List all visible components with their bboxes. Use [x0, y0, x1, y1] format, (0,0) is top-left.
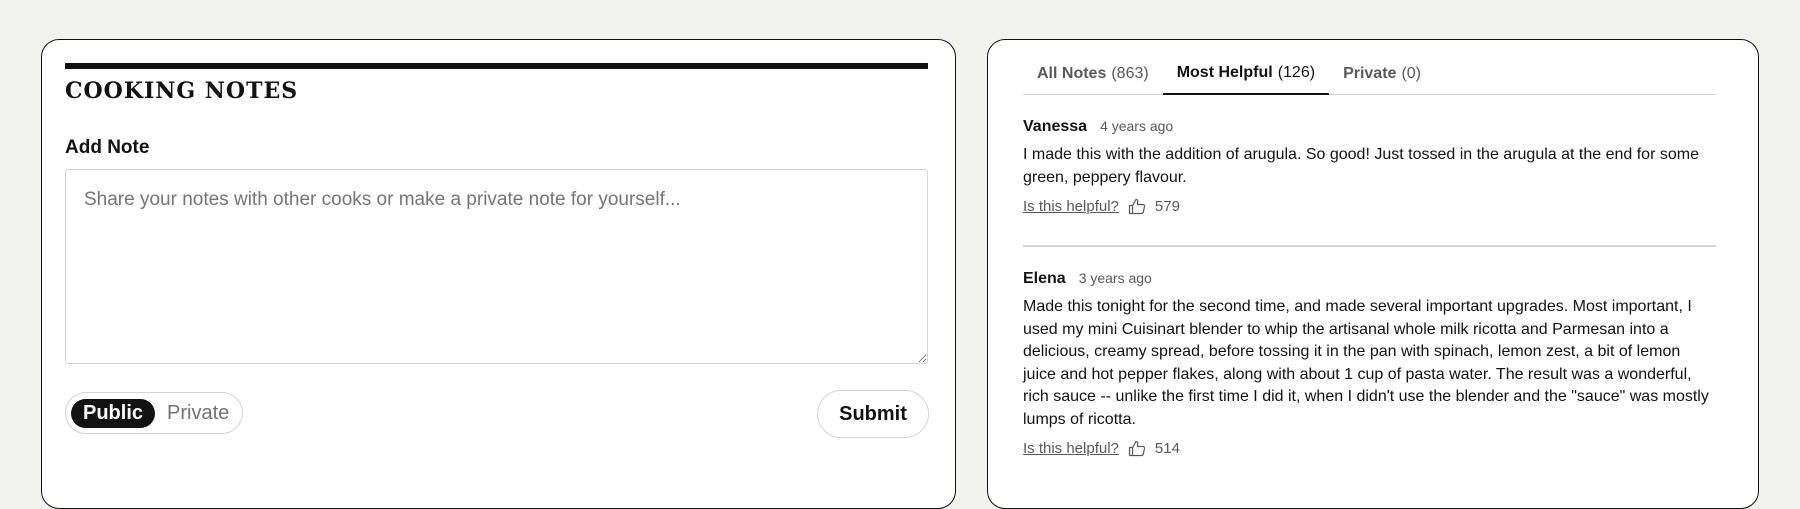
note-text: I made this with the addition of arugula… [1023, 146, 1699, 186]
thumbs-up-icon[interactable] [1128, 440, 1146, 457]
note-textarea[interactable] [65, 169, 928, 364]
note-timestamp: 3 years ago [1078, 270, 1152, 286]
add-note-card: COOKING NOTES Add Note Public Private Su… [41, 39, 956, 509]
tab-label: All Notes [1037, 65, 1107, 82]
tab-label: Most Helpful [1176, 64, 1273, 81]
tab-count: (0) [1401, 65, 1421, 82]
note-header: Vanessa 4 years ago [1023, 118, 1716, 136]
note-timestamp: 4 years ago [1100, 118, 1174, 134]
note-text: Made this tonight for the second time, a… [1023, 298, 1709, 428]
tab-count: (126) [1277, 64, 1316, 81]
visibility-toggle: Public Private [65, 392, 243, 434]
public-option[interactable]: Public [71, 398, 156, 428]
tab-private[interactable]: Private (0) [1329, 53, 1435, 95]
private-option[interactable]: Private [155, 399, 241, 428]
note-actions: Is this helpful? 579 [1023, 198, 1716, 215]
tab-most-helpful[interactable]: Most Helpful (126) [1162, 53, 1330, 95]
notes-tabs: All Notes (863) Most Helpful (126) Priva… [1023, 53, 1716, 95]
add-note-label: Add Note [65, 137, 150, 158]
heading-rule [65, 63, 928, 69]
helpful-count: 514 [1154, 440, 1180, 457]
tab-all-notes[interactable]: All Notes (863) [1023, 53, 1163, 95]
note-actions: Is this helpful? 514 [1023, 440, 1716, 457]
tab-count: (863) [1111, 65, 1149, 82]
helpful-count: 579 [1154, 198, 1180, 215]
note-item: Elena 3 years ago Made this tonight for … [1023, 270, 1716, 457]
notes-list-card: All Notes (863) Most Helpful (126) Priva… [987, 39, 1759, 509]
submit-button[interactable]: Submit [817, 390, 929, 438]
note-divider [1023, 245, 1716, 247]
helpful-link[interactable]: Is this helpful? [1023, 440, 1119, 457]
thumbs-up-icon[interactable] [1128, 198, 1146, 215]
note-item: Vanessa 4 years ago I made this with the… [1023, 118, 1716, 215]
note-author[interactable]: Elena [1023, 270, 1066, 288]
note-header: Elena 3 years ago [1023, 270, 1716, 288]
helpful-link[interactable]: Is this helpful? [1023, 198, 1119, 215]
tab-label: Private [1343, 65, 1397, 82]
cooking-notes-title: COOKING NOTES [65, 78, 299, 104]
note-author[interactable]: Vanessa [1023, 118, 1087, 136]
